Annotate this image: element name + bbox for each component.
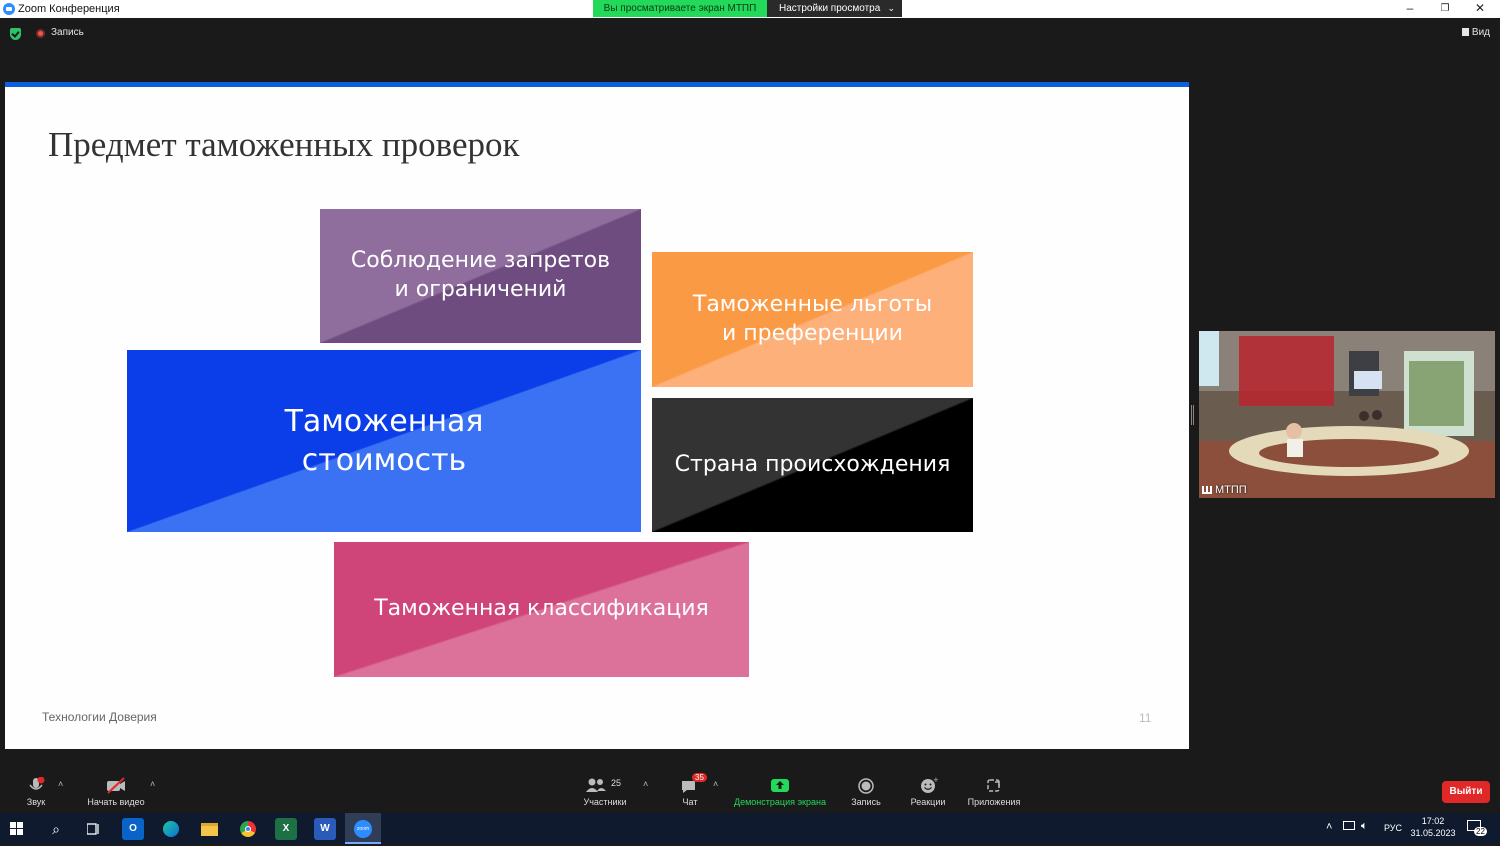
participants-caret-icon[interactable]: ˄ (643, 779, 648, 789)
box-prohibitions-label: Соблюдение запретов и ограничений (350, 248, 611, 302)
minimize-button[interactable]: – (1392, 0, 1428, 18)
network-icon[interactable] (1343, 821, 1355, 832)
sharing-banner: Вы просматриваете экран МТПП (593, 0, 767, 17)
share-screen-label: Демонстрация экрана (734, 797, 826, 807)
clock[interactable]: 17:02 31.05.2023 (1410, 816, 1456, 838)
record-icon (856, 777, 876, 794)
box-classification: Таможенная классификация (334, 542, 749, 677)
chat-label: Чат (682, 797, 698, 807)
chat-button[interactable]: 35 Чат (676, 768, 707, 813)
view-options-label: Настройки просмотра (779, 3, 881, 14)
video-options-caret-icon[interactable]: ˄ (150, 779, 155, 789)
view-layout-icon (1461, 28, 1469, 36)
box-customs-value: Таможенная стоимость (127, 350, 641, 532)
search-icon[interactable]: ⌕ (45, 818, 67, 840)
security-shield-icon[interactable] (10, 28, 21, 40)
panel-resize-handle[interactable] (1191, 405, 1194, 425)
video-label: Начать видео (87, 797, 145, 807)
windows-start-icon[interactable] (6, 818, 28, 840)
conference-room-video (1199, 331, 1495, 498)
apps-button[interactable]: Приложения (963, 768, 1025, 813)
participants-button[interactable]: 25 Участники (578, 768, 632, 813)
signal-bars-icon (1202, 486, 1212, 494)
svg-text:+: + (933, 777, 938, 784)
box-customs-value-label: Таможенная стоимость (284, 404, 484, 478)
box-country-of-origin: Страна происхождения (652, 398, 973, 532)
microphone-icon (26, 776, 46, 794)
box-country-of-origin-label: Страна происхождения (674, 451, 951, 477)
slide-title: Предмет таможенных проверок (48, 125, 520, 164)
meeting-top-bar: Запись Вид (0, 18, 1500, 82)
start-video-button[interactable]: Начать видео (84, 768, 148, 813)
chat-badge: 35 (692, 773, 707, 782)
box-benefits-label: Таможенные льготы и преференции (692, 291, 933, 346)
chat-icon: 35 (680, 773, 707, 794)
zoom-logo-icon (3, 3, 15, 15)
word-icon[interactable]: W (314, 818, 336, 840)
file-explorer-icon[interactable] (198, 818, 220, 840)
windows-taskbar: ⌕ O X W zoom ˄ 🔈︎ РУС 17:02 31.05.2023 2… (0, 813, 1500, 844)
participants-icon: 25 (585, 777, 625, 794)
keyboard-language[interactable]: РУС (1384, 823, 1402, 833)
view-button[interactable]: Вид (1461, 27, 1490, 38)
reactions-smiley-icon: + (918, 776, 939, 794)
record-button[interactable]: Запись (846, 768, 886, 813)
apps-icon (984, 777, 1004, 794)
participant-name-text: МТПП (1215, 484, 1247, 496)
slide-footer: Технологии Доверия (42, 710, 157, 724)
window-title-bar: Zoom Конференция Вы просматриваете экран… (0, 0, 1500, 18)
record-label: Запись (851, 797, 881, 807)
video-off-icon (106, 777, 126, 794)
zoom-taskbar-button[interactable]: zoom (345, 813, 381, 844)
notifications-count: 22 (1474, 827, 1487, 836)
close-button[interactable]: ✕ (1462, 0, 1498, 18)
chevron-down-icon: ⌄ (887, 3, 895, 13)
audio-label: Звук (26, 797, 46, 807)
reactions-button[interactable]: + Реакции (906, 768, 950, 813)
view-options-button[interactable]: Настройки просмотра ⌄ (767, 0, 902, 17)
outlook-icon[interactable]: O (122, 818, 144, 840)
recording-icon (36, 29, 45, 38)
clock-date: 31.05.2023 (1410, 828, 1456, 838)
leave-meeting-button[interactable]: Выйти (1442, 781, 1490, 803)
recording-label[interactable]: Запись (51, 27, 84, 38)
meeting-toolbar: Звук ˄ Начать видео ˄ 25 Участники ˄ 35 … (0, 768, 1500, 813)
reactions-label: Реакции (910, 797, 946, 807)
volume-icon[interactable]: 🔈︎ (1361, 820, 1368, 833)
task-view-icon[interactable] (83, 818, 105, 840)
audio-button[interactable]: Звук (18, 768, 54, 813)
participants-label: Участники (583, 797, 627, 807)
participants-count: 25 (611, 778, 622, 788)
slide-page-number: 11 (1139, 711, 1152, 725)
box-prohibitions: Соблюдение запретов и ограничений (320, 209, 641, 343)
notifications-icon[interactable]: 22 (1467, 820, 1487, 836)
zoom-taskbar-icon: zoom (354, 820, 372, 838)
chrome-icon[interactable] (237, 818, 259, 840)
restore-button[interactable]: ❐ (1427, 0, 1463, 18)
apps-label: Приложения (967, 797, 1021, 807)
tray-expand-icon[interactable]: ˄ (1326, 821, 1332, 833)
chat-caret-icon[interactable]: ˄ (713, 779, 718, 789)
participant-name: МТПП (1202, 484, 1247, 496)
box-benefits: Таможенные льготы и преференции (652, 252, 973, 387)
shared-screen-slide: Предмет таможенных проверок Соблюдение з… (5, 82, 1189, 749)
clock-time: 17:02 (1421, 816, 1445, 826)
audio-options-caret-icon[interactable]: ˄ (58, 779, 63, 789)
participant-video-tile[interactable]: МТПП (1199, 331, 1495, 498)
edge-icon[interactable] (160, 818, 182, 840)
excel-icon[interactable]: X (275, 818, 297, 840)
view-label: Вид (1471, 27, 1490, 38)
share-screen-icon (770, 777, 790, 794)
box-classification-label: Таможенная классификация (374, 596, 709, 622)
window-title: Zoom Конференция (18, 3, 120, 15)
share-screen-button[interactable]: Демонстрация экрана (730, 768, 830, 813)
